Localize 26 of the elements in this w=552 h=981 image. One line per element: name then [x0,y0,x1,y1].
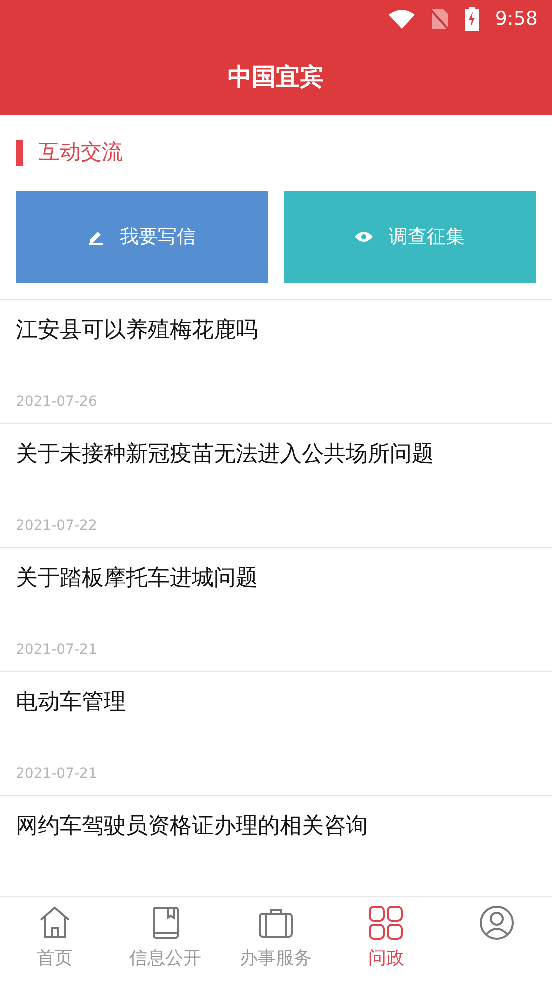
no-sim-icon [431,8,450,30]
wifi-icon [389,9,416,29]
user-icon [478,905,515,941]
post-title[interactable]: 关于未接种新冠疫苗无法进入公共场所问题 [16,438,536,471]
post-title[interactable]: 电动车管理 [16,686,536,719]
nav-tab[interactable]: 问政 [331,897,442,981]
post-date: 2021-07-22 [16,517,98,536]
grid-icon [368,905,404,941]
section-title: 互动交流 [39,139,123,166]
nav-tab[interactable]: 信息公开 [110,897,221,981]
post-date: 2021-07-26 [16,393,98,412]
nav-tab[interactable]: 首页 [0,897,110,981]
pencil-icon [88,229,104,245]
app-title: 中国宜宾 [228,62,324,92]
write-letter-button[interactable]: 我要写信 [16,191,268,283]
post-title[interactable]: 关于踏板摩托车进城问题 [16,562,536,595]
post-date: 2021-07-21 [16,641,98,660]
post-date: 2021-07-21 [16,765,98,784]
survey-button[interactable]: 调查征集 [284,191,536,283]
eye-icon [355,231,373,243]
section-marker [16,140,23,166]
nav-tab[interactable]: 办事服务 [220,897,332,981]
post-title[interactable]: 网约车驾驶员资格证办理的相关咨询 [16,810,536,843]
battery-icon [465,7,480,31]
clock-time: 9:58 [495,6,538,32]
post-title[interactable]: 江安县可以养殖梅花鹿吗 [16,314,536,347]
